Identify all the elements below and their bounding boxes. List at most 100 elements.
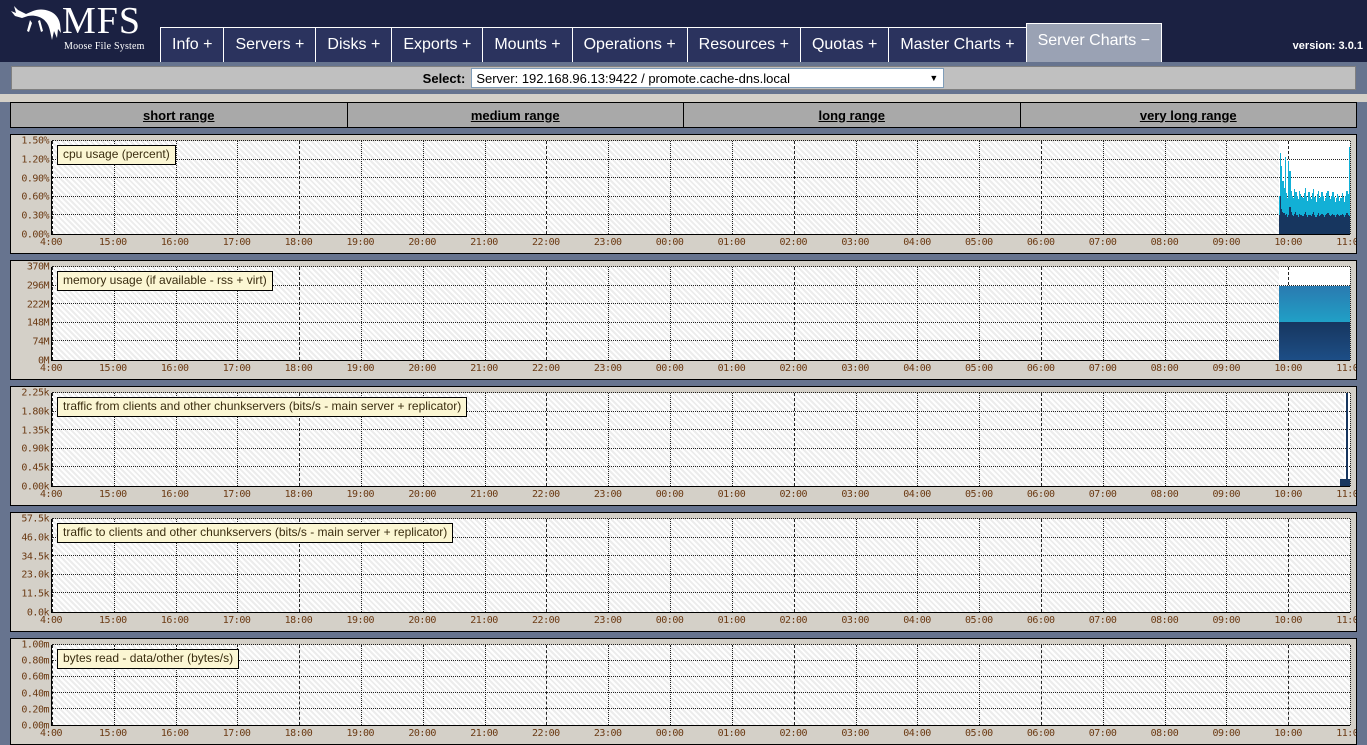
chart-memory-usage[interactable]: memory usage (if available - rss + virt)… bbox=[10, 260, 1357, 380]
gridline-v bbox=[1102, 267, 1104, 360]
gridline-v bbox=[917, 645, 919, 725]
gridline-h bbox=[52, 266, 1350, 267]
x-tick-label: 22:00 bbox=[532, 615, 560, 626]
x-tick-label: 09:00 bbox=[1212, 237, 1241, 248]
x-tick-label: 02:00 bbox=[779, 237, 808, 248]
y-tick-label: 23.0k bbox=[21, 569, 49, 581]
x-tick-label: 04:00 bbox=[903, 489, 931, 500]
x-tick-label: 23:00 bbox=[593, 363, 622, 374]
x-tick-label: 20:00 bbox=[408, 363, 436, 374]
chart-title-traffic-from: traffic from clients and other chunkserv… bbox=[57, 397, 468, 417]
y-tick-label: 1.00m bbox=[21, 639, 49, 651]
y-tick-label: 0.20m bbox=[21, 704, 49, 716]
gridline-v bbox=[670, 393, 672, 486]
y-tick-label: 74M bbox=[32, 336, 49, 348]
x-tick-label: 16:00 bbox=[160, 728, 189, 739]
tab-server-charts[interactable]: Server Charts − bbox=[1025, 23, 1163, 62]
chart-bytes-read[interactable]: bytes read - data/other (bytes/s) 0.00m 0… bbox=[10, 638, 1357, 745]
tab-disks[interactable]: Disks + bbox=[315, 27, 393, 62]
x-tick-label: 07:00 bbox=[1088, 237, 1117, 248]
x-tick-label: 20:00 bbox=[408, 615, 436, 626]
x-tick-label: 06:00 bbox=[1026, 237, 1055, 248]
x-tick-label: 04:00 bbox=[903, 237, 931, 248]
y-tick-label: 370M bbox=[26, 261, 50, 273]
y-tick-label: 0.40m bbox=[21, 688, 49, 700]
range-medium[interactable]: medium range bbox=[348, 103, 684, 127]
x-tick-label: 15:00 bbox=[99, 363, 127, 374]
memory-rss-area bbox=[1278, 322, 1350, 360]
plot-bytes-read bbox=[51, 644, 1351, 726]
range-very-long-label: very long range bbox=[1139, 107, 1237, 123]
gridline-v bbox=[917, 519, 919, 612]
gridline-v bbox=[731, 141, 733, 234]
x-tick-label: 00:00 bbox=[655, 728, 684, 739]
x-tick-label: 19:00 bbox=[346, 489, 375, 500]
x-tick-label: 16:00 bbox=[160, 363, 189, 374]
chart-traffic-to-clients[interactable]: traffic to clients and other chunkserver… bbox=[10, 512, 1357, 632]
tab-operations[interactable]: Operations + bbox=[571, 27, 688, 62]
gridline-v bbox=[670, 645, 672, 725]
y-tick-label: 1.80k bbox=[21, 406, 49, 418]
gridline-v bbox=[546, 267, 548, 360]
gridline-v bbox=[1288, 393, 1290, 486]
gridline-h bbox=[52, 676, 1350, 677]
gridline-v bbox=[1350, 519, 1351, 612]
x-tick-label: 10:00 bbox=[1274, 363, 1302, 374]
x-tick-label: 02:00 bbox=[779, 489, 808, 500]
x-tick-label: 06:00 bbox=[1026, 363, 1055, 374]
y-tick-label: 222M bbox=[26, 299, 50, 311]
x-tick-label: 23:00 bbox=[593, 237, 622, 248]
gridline-v bbox=[608, 393, 610, 486]
chart-cpu-usage[interactable]: cpu usage (percent) 0.00% 0.30% 0.60% 0.90%… bbox=[10, 134, 1357, 254]
tab-resources[interactable]: Resources + bbox=[686, 27, 801, 62]
tab-master-charts[interactable]: Master Charts + bbox=[888, 27, 1027, 62]
gridline-v bbox=[52, 393, 53, 486]
gridline-v bbox=[1102, 519, 1104, 612]
version-label: version: 3.0.1 bbox=[1292, 40, 1363, 52]
tab-info[interactable]: Info + bbox=[160, 27, 225, 62]
tab-quotas[interactable]: Quotas + bbox=[799, 27, 890, 62]
gridline-v bbox=[979, 141, 981, 234]
gridline-v bbox=[979, 645, 981, 725]
tab-mounts[interactable]: Mounts + bbox=[482, 27, 573, 62]
xaxis-traffic-to: 4:00 15:00 16:00 17:00 18:00 19:00 20:00 21:00 2… bbox=[40, 615, 1356, 629]
x-tick-label: 00:00 bbox=[655, 489, 684, 500]
logo: MFS Moose File System bbox=[0, 0, 160, 62]
range-short-label: short range bbox=[142, 107, 215, 123]
x-tick-label: 01:00 bbox=[717, 489, 746, 500]
server-select[interactable]: Server: 192.168.96.13:9422 / promote.cac… bbox=[471, 68, 945, 88]
gridline-v bbox=[361, 645, 363, 725]
gridline-v bbox=[546, 141, 548, 234]
range-selector: short range medium range long range very… bbox=[10, 102, 1357, 128]
y-tick-label: 148M bbox=[26, 317, 50, 329]
x-tick-label: 08:00 bbox=[1150, 237, 1179, 248]
x-tick-label: 23:00 bbox=[593, 615, 622, 626]
gridline-h bbox=[52, 140, 1350, 141]
gridline-h bbox=[52, 708, 1350, 709]
gridline-v bbox=[1040, 141, 1042, 234]
tab-exports[interactable]: Exports + bbox=[391, 27, 484, 62]
tab-servers[interactable]: Servers + bbox=[223, 27, 317, 62]
xaxis-bytes-read: 4:00 15:00 16:00 17:00 18:00 19:00 20:00 21:00 2… bbox=[40, 728, 1356, 742]
gridline-v bbox=[855, 141, 857, 234]
chart-title-memory: memory usage (if available - rss + virt) bbox=[57, 271, 273, 291]
range-very-long[interactable]: very long range bbox=[1021, 103, 1357, 127]
logo-title: MFS bbox=[62, 0, 142, 42]
charts-content: short range medium range long range very… bbox=[0, 102, 1367, 745]
x-tick-label: 22:00 bbox=[532, 237, 560, 248]
gridline-v bbox=[979, 393, 981, 486]
yaxis-traffic-from: 0.00k 0.45k 0.90k 1.35k 1.80k 2.25k bbox=[11, 387, 51, 505]
gridline-v bbox=[1226, 267, 1228, 360]
chart-traffic-from-clients[interactable]: traffic from clients and other chunkserv… bbox=[10, 386, 1357, 506]
range-long[interactable]: long range bbox=[684, 103, 1021, 127]
x-tick-label: 10:00 bbox=[1274, 615, 1302, 626]
gridline-v bbox=[52, 645, 53, 725]
x-tick-label: 04:00 bbox=[903, 363, 931, 374]
x-tick-label: 05:00 bbox=[965, 489, 993, 500]
yaxis-traffic-to: 0.0k 11.5k 23.0k 34.5k 46.0k 57.5k bbox=[11, 513, 51, 631]
x-tick-label: 15:00 bbox=[99, 489, 127, 500]
gridline-h bbox=[52, 214, 1350, 216]
x-tick-label: 06:00 bbox=[1026, 728, 1055, 739]
x-tick-label: 02:00 bbox=[779, 728, 808, 739]
range-short[interactable]: short range bbox=[11, 103, 348, 127]
